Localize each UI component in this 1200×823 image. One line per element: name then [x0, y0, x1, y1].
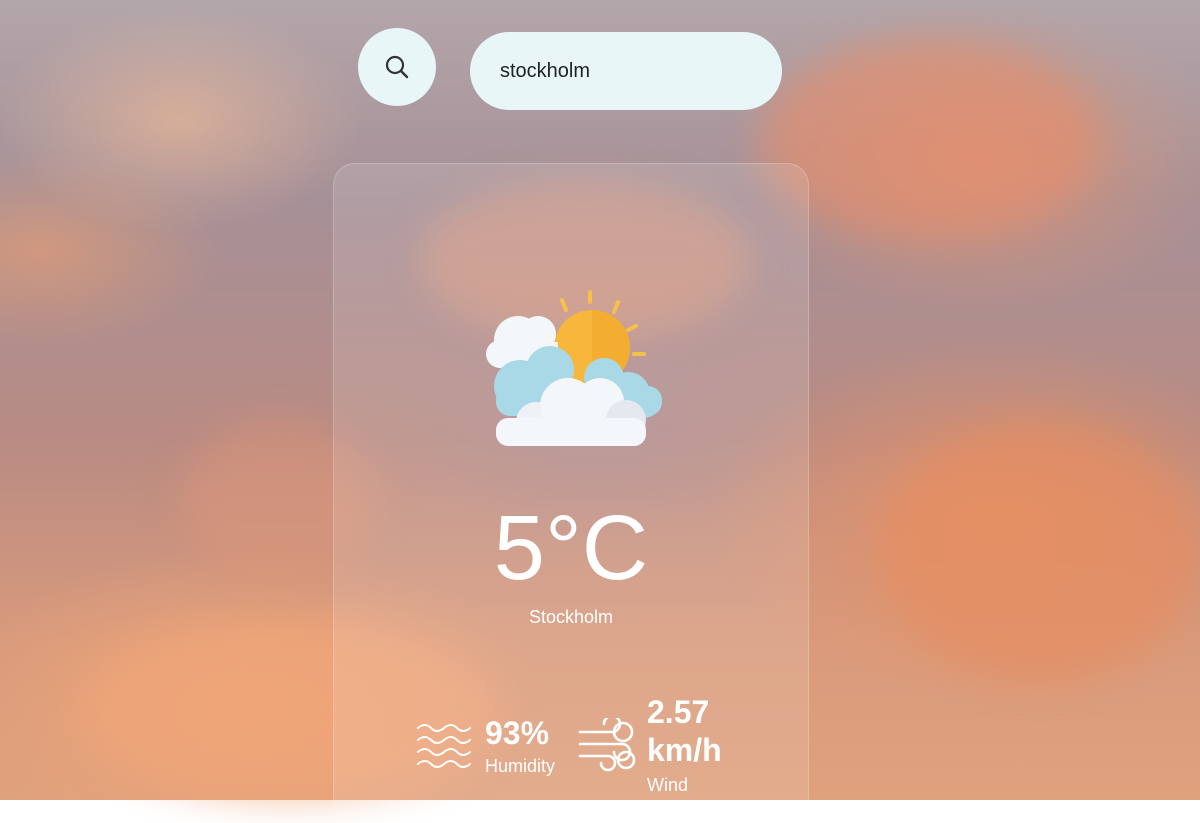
city-search-input[interactable]: [470, 32, 782, 110]
search-icon: [385, 55, 409, 79]
wind-icon: [578, 718, 636, 772]
humidity-value: 93%: [485, 715, 550, 751]
humidity-label: Humidity: [485, 756, 556, 776]
humidity-waves-icon: [417, 724, 471, 768]
wind-speed-value: 2.57 km/h: [647, 694, 722, 768]
temperature-value: 5°C: [493, 497, 649, 599]
search-button[interactable]: [358, 28, 436, 106]
city-name: Stockholm: [528, 607, 614, 627]
wind-label: Wind: [647, 775, 689, 795]
partly-cloudy-sun-icon: [486, 290, 662, 446]
